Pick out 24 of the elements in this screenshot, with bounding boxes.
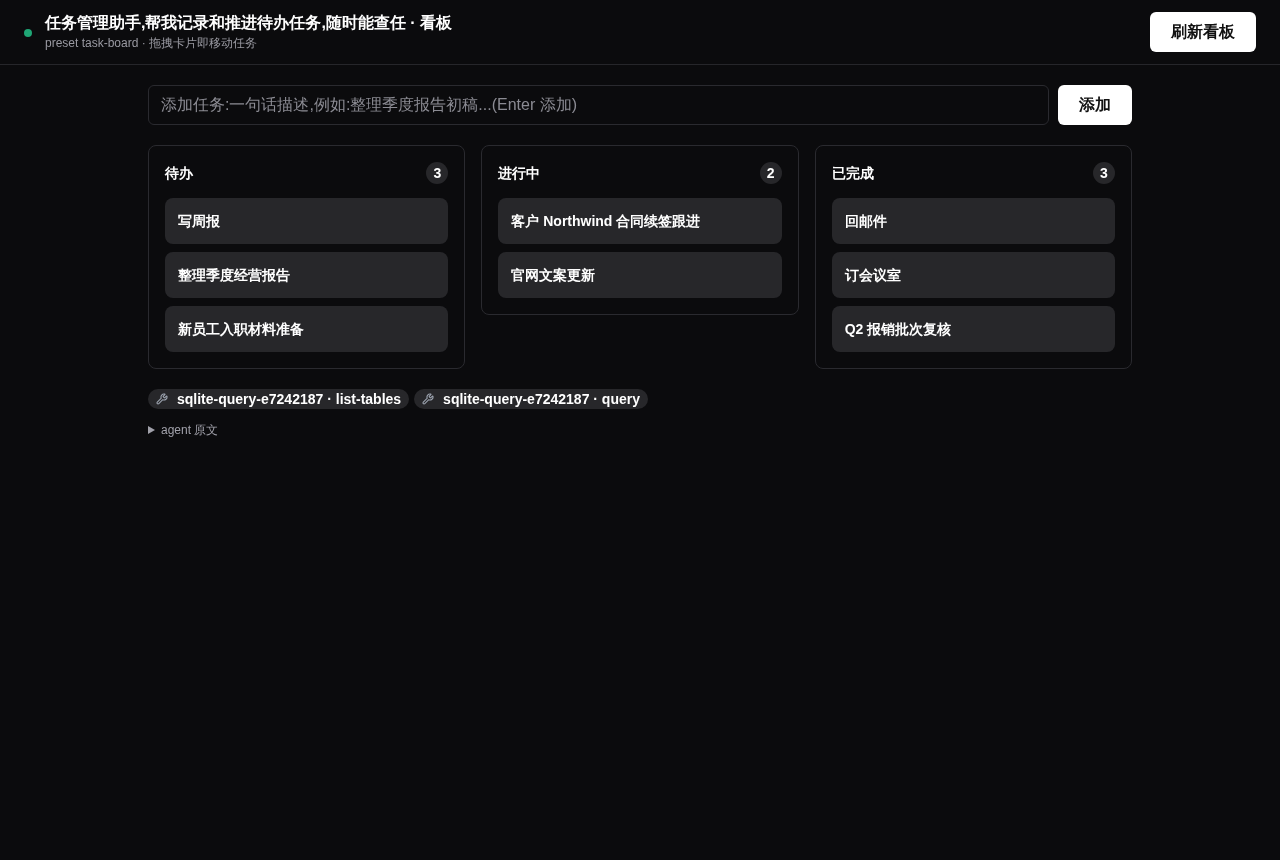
task-card[interactable]: 客户 Northwind 合同续签跟进: [498, 198, 782, 244]
board-title: 任务管理助手,帮我记录和推进待办任务,随时能查任 · 看板: [45, 13, 453, 33]
wrench-icon: [156, 393, 168, 405]
tool-call-label: sqlite-query-e7242187 · query: [443, 390, 640, 409]
task-card[interactable]: 回邮件: [831, 198, 1115, 244]
refresh-board-button[interactable]: 刷新看板: [1150, 12, 1256, 52]
agent-raw-toggle[interactable]: agent 原文: [148, 421, 219, 439]
tool-call-label: sqlite-query-e7242187 · list-tables: [177, 390, 402, 409]
column-title: 待办: [165, 163, 193, 183]
wrench-icon: [422, 393, 435, 405]
task-card[interactable]: 写周报: [165, 198, 449, 244]
task-card[interactable]: Q2 报销批次复核: [831, 306, 1115, 352]
task-card[interactable]: 官网文案更新: [498, 252, 782, 298]
add-task-field[interactable]: 添加任务:一句话描述,例如:整理季度报告初稿...(Enter 添加): [148, 85, 1049, 125]
count-badge: 2: [759, 162, 782, 184]
column-title: 进行中: [498, 163, 541, 183]
board-subtitle: preset task-board · 拖拽卡片即移动任务: [45, 35, 259, 51]
add-task-button[interactable]: 添加: [1058, 85, 1132, 125]
count-badge: 3: [426, 162, 449, 184]
task-card[interactable]: 订会议室: [831, 252, 1115, 298]
column-title: 已完成: [831, 163, 874, 183]
count-badge: 3: [1093, 162, 1115, 184]
task-card[interactable]: 整理季度经营报告: [165, 252, 449, 298]
task-card[interactable]: 新员工入职材料准备: [165, 306, 449, 352]
